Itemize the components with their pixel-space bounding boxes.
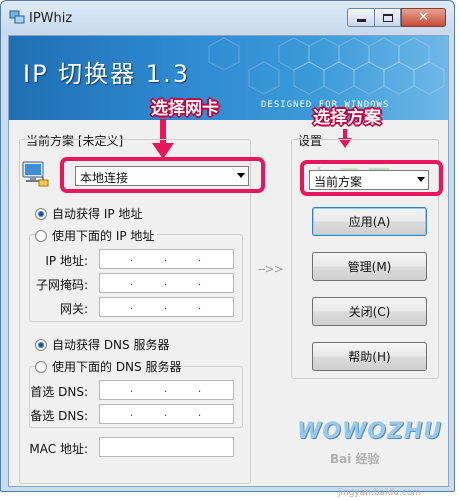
wowozhu-logo: WOWOZHU — [297, 419, 443, 444]
network-computer-icon — [22, 161, 49, 187]
chevron-down-icon — [417, 177, 425, 182]
client-area: IP 切换器 1.3 DESIGNED FOR WINDOWS 选择网卡 选择方… — [8, 35, 449, 487]
radio-ip-manual-label: 使用下面的 IP 地址 — [52, 229, 155, 243]
baidu-url-watermark: jingyan.baidu.com — [338, 488, 422, 498]
nic-select-value: 本地连接 — [80, 171, 129, 185]
ip-address-label: IP 地址: — [45, 254, 88, 268]
radio-ip-auto[interactable]: 自动获得 IP 地址 — [35, 205, 142, 222]
radio-dns-auto[interactable]: 自动获得 DNS 服务器 — [35, 336, 169, 353]
network-app-icon — [9, 10, 25, 24]
close-icon: ✕ — [418, 10, 429, 25]
subnet-mask-input[interactable]: ... — [99, 273, 234, 293]
radio-unselected-icon — [35, 360, 47, 373]
ipwhiz-window: IPWhiz ✕ IP 切换器 1.3 DESIGNED FOR WINDOWS… — [0, 0, 455, 492]
maximize-icon — [382, 13, 393, 22]
gateway-label: 网关: — [59, 302, 88, 316]
annotation-select-scheme: 选择方案 — [313, 108, 381, 128]
radio-selected-icon — [35, 207, 47, 220]
manage-button[interactable]: 管理(M) — [312, 252, 427, 281]
window-title: IPWhiz — [29, 11, 73, 26]
radio-ip-auto-label: 自动获得 IP 地址 — [52, 207, 143, 221]
maximize-button[interactable] — [374, 8, 401, 27]
subnet-mask-label: 子网掩码: — [35, 278, 88, 292]
radio-dns-manual-label: 使用下面的 DNS 服务器 — [52, 360, 182, 374]
baidu-jingyan-watermark: Bai 经验 — [330, 452, 380, 466]
minimize-button[interactable] — [347, 8, 374, 27]
secondary-dns-label: 备选 DNS: — [30, 409, 88, 423]
primary-dns-input[interactable]: ... — [99, 380, 234, 400]
scheme-select[interactable]: 当前方案 — [309, 170, 429, 190]
apply-button[interactable]: 应用(A) — [312, 207, 427, 236]
close-button[interactable]: 关闭(C) — [312, 297, 427, 326]
radio-dns-auto-label: 自动获得 DNS 服务器 — [52, 338, 170, 352]
secondary-dns-input[interactable]: ... — [99, 404, 234, 424]
gateway-input[interactable]: ... — [99, 297, 234, 317]
radio-ip-manual[interactable]: 使用下面的 IP 地址 — [35, 227, 158, 244]
title-bar[interactable]: IPWhiz ✕ — [1, 1, 454, 35]
radio-unselected-icon — [35, 229, 47, 242]
banner-title: IP 切换器 1.3 — [23, 60, 190, 88]
minimize-icon — [356, 19, 366, 22]
ip-address-input[interactable]: ... — [99, 249, 234, 269]
radio-dns-manual[interactable]: 使用下面的 DNS 服务器 — [35, 358, 185, 375]
mac-address-label: MAC 地址: — [29, 442, 88, 456]
annotation-select-nic: 选择网卡 — [151, 99, 219, 119]
chevron-down-icon — [237, 173, 245, 178]
primary-dns-label: 首选 DNS: — [30, 385, 88, 399]
header-banner: IP 切换器 1.3 DESIGNED FOR WINDOWS — [9, 36, 448, 120]
help-button[interactable]: 帮助(H) — [312, 342, 427, 371]
mac-address-input[interactable] — [99, 437, 234, 457]
close-window-button[interactable]: ✕ — [401, 8, 446, 27]
radio-selected-icon — [35, 338, 47, 351]
nic-select[interactable]: 本地连接 — [75, 166, 249, 186]
scheme-select-value: 当前方案 — [314, 175, 363, 189]
arrow-right-indicator: -->> — [258, 262, 284, 276]
